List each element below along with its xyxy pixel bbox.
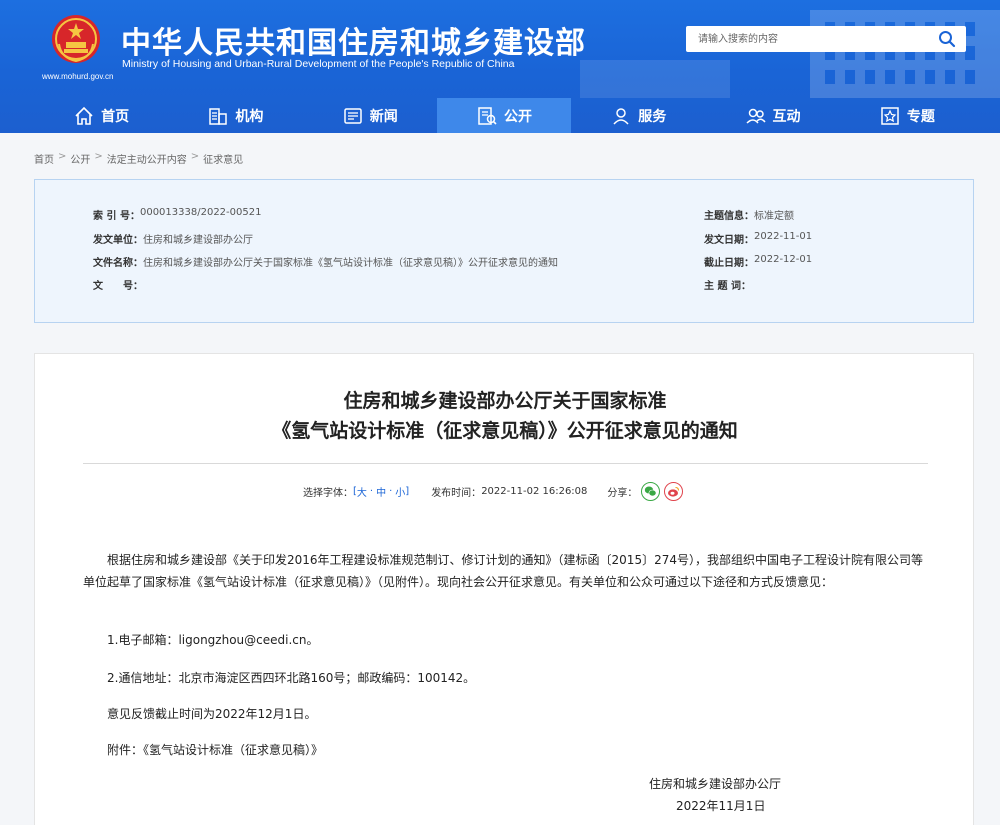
national-emblem-logo xyxy=(52,15,100,63)
article-paragraph: 意见反馈截止时间为2022年12月1日。 xyxy=(107,707,317,721)
info-keywords-label: 主 题 词： xyxy=(704,281,751,292)
organization-icon xyxy=(209,107,228,125)
topic-icon xyxy=(881,106,899,125)
service-icon xyxy=(613,107,629,125)
wechat-share-icon[interactable] xyxy=(641,482,661,501)
breadcrumb-link-disclosure[interactable]: 公开 xyxy=(70,151,90,166)
nav-item-label: 机构 xyxy=(235,108,264,125)
nav-item-label: 专题 xyxy=(906,108,935,125)
disclosure-icon xyxy=(478,106,497,125)
main-nav: 首页 机构 新闻 公开 服务 互动 专题 xyxy=(34,98,974,133)
info-docno-row: 文 号： xyxy=(93,277,143,292)
article-title-line-1: 住房和城乡建设部办公厅关于国家标准 xyxy=(343,390,667,412)
info-issuer-row: 发文单位： 住房和城乡建设部办公厅 xyxy=(93,231,253,246)
font-select-label: 选择字体： xyxy=(303,488,353,499)
nav-item-label: 互动 xyxy=(772,108,801,125)
nav-item-home[interactable]: 首页 xyxy=(34,98,168,133)
info-docname-label: 文件名称： xyxy=(93,258,143,269)
info-topic-label: 主题信息： xyxy=(704,211,754,222)
nav-item-label: 公开 xyxy=(503,108,532,125)
info-issuer-label: 发文单位： xyxy=(93,235,143,246)
article-title: 住房和城乡建设部办公厅关于国家标准 《氢气站设计标准（征求意见稿）》公开征求意见… xyxy=(35,386,975,446)
nav-item-interaction[interactable]: 互动 xyxy=(705,98,839,133)
breadcrumb-separator: > xyxy=(94,151,103,162)
signature-org: 住房和城乡建设部办公厅 xyxy=(649,777,782,791)
attachment-link[interactable]: 《氢气站设计标准（征求意见稿）》 xyxy=(143,743,323,757)
article-paragraph: 根据住房和城乡建设部《关于印发2016年工程建设标准规范制订、修订计划的通知》（… xyxy=(83,553,923,589)
info-deadline-value: 2022-12-01 xyxy=(754,254,813,265)
info-index-value: 000013338/2022-00521 xyxy=(139,207,262,218)
font-size-small[interactable]: 小 xyxy=(395,484,405,499)
info-index-label: 索 引 号： xyxy=(93,211,140,222)
site-subtitle: Ministry of Housing and Urban-Rural Deve… xyxy=(122,58,515,70)
nav-item-disclosure[interactable]: 公开 xyxy=(436,98,572,133)
news-icon xyxy=(343,107,362,124)
info-deadline-row: 截止日期： 2022-12-01 xyxy=(704,254,812,269)
info-issue-date-label: 发文日期： xyxy=(704,235,754,246)
nav-item-label: 服务 xyxy=(638,108,667,125)
breadcrumb: 首页 > 公开 > 法定主动公开内容 > 征求意见 xyxy=(34,151,243,166)
info-docno-label: 文 号： xyxy=(93,281,143,292)
font-size-large[interactable]: 大 xyxy=(357,484,367,499)
publish-time-label: 发布时间： xyxy=(431,488,482,499)
site-title: 中华人民共和国住房和城乡建设部 xyxy=(121,26,586,61)
nav-item-news[interactable]: 新闻 xyxy=(303,98,437,133)
article-meta: 选择字体： [ 大 · 中 · 小 ] 发布时间： 2022-11-02 16:… xyxy=(303,482,684,501)
font-separator: · xyxy=(369,486,374,497)
info-topic-value: 标准定额 xyxy=(754,211,794,222)
article-title-line-2: 《氢气站设计标准（征求意见稿）》公开征求意见的通知 xyxy=(272,420,738,442)
search-icon[interactable] xyxy=(938,30,956,48)
attachment-label: 附件： xyxy=(107,743,144,757)
home-icon xyxy=(75,106,93,125)
breadcrumb-separator: > xyxy=(190,151,200,162)
breadcrumb-link-consultation[interactable]: 征求意见 xyxy=(203,151,243,166)
search-box xyxy=(686,26,966,52)
article-paragraph: 2.通信地址：北京市海淀区西四环北路160号；邮政编码：100142。 xyxy=(107,671,476,685)
site-header: www.mohurd.gov.cn 中华人民共和国住房和城乡建设部 Minist… xyxy=(0,0,1000,133)
title-divider xyxy=(83,463,928,464)
info-docname-row: 文件名称： 住房和城乡建设部办公厅关于国家标准《氢气站设计标准（征求意见稿）》公… xyxy=(93,254,558,269)
info-topic-row: 主题信息： 标准定额 xyxy=(704,207,794,222)
document-info-box: 索 引 号： 000013338/2022-00521 发文单位： 住房和城乡建… xyxy=(34,179,974,323)
publish-time-value: 2022-11-02 16:26:08 xyxy=(481,486,588,497)
info-issue-date-row: 发文日期： 2022-11-01 xyxy=(704,231,812,246)
article-paragraph: 1.电子邮箱：ligongzhou@ceedi.cn。 xyxy=(107,633,319,647)
breadcrumb-link-home[interactable]: 首页 xyxy=(34,151,54,166)
interaction-icon xyxy=(746,108,766,124)
nav-item-label: 首页 xyxy=(101,108,130,125)
nav-item-topic[interactable]: 专题 xyxy=(840,98,974,133)
weibo-share-icon[interactable] xyxy=(664,482,684,501)
site-url: www.mohurd.gov.cn xyxy=(42,72,114,81)
info-issuer-value: 住房和城乡建设部办公厅 xyxy=(143,235,253,246)
font-bracket-close: ] xyxy=(405,486,410,497)
search-input[interactable] xyxy=(686,26,926,52)
article-panel: 住房和城乡建设部办公厅关于国家标准 《氢气站设计标准（征求意见稿）》公开征求意见… xyxy=(34,353,974,825)
breadcrumb-link-statutory[interactable]: 法定主动公开内容 xyxy=(107,151,187,166)
breadcrumb-separator: > xyxy=(58,151,67,162)
info-deadline-label: 截止日期： xyxy=(704,258,754,269)
info-docname-value: 住房和城乡建设部办公厅关于国家标准《氢气站设计标准（征求意见稿）》公开征求意见的… xyxy=(143,258,558,269)
nav-item-service[interactable]: 服务 xyxy=(571,98,705,133)
info-index-row: 索 引 号： 000013338/2022-00521 xyxy=(93,207,261,222)
attachment-line: 附件：《氢气站设计标准（征求意见稿）》 xyxy=(83,739,933,761)
font-size-medium[interactable]: 中 xyxy=(376,484,386,499)
share-label: 分享： xyxy=(607,488,638,499)
signature-date: 2022年11月1日 xyxy=(676,799,766,813)
font-separator: · xyxy=(389,486,393,497)
info-issue-date-value: 2022-11-01 xyxy=(754,231,813,242)
info-keywords-row: 主 题 词： xyxy=(704,277,751,292)
nav-item-label: 新闻 xyxy=(369,108,398,125)
nav-item-organization[interactable]: 机构 xyxy=(168,98,302,133)
